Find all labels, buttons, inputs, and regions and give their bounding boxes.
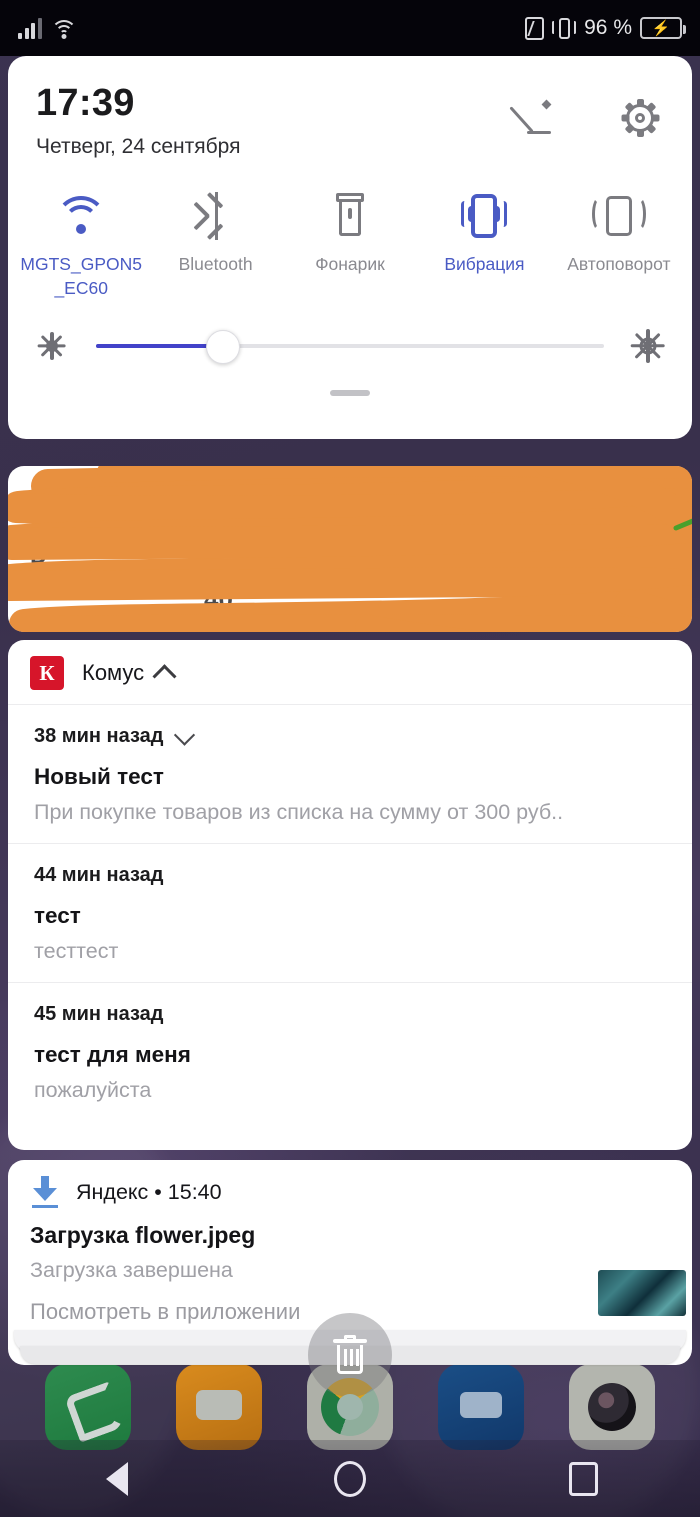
gear-icon	[620, 98, 660, 138]
tile-flashlight[interactable]: Фонарик	[283, 175, 417, 300]
notification-item[interactable]: 45 мин назад тест для меня пожалуйста	[8, 982, 692, 1121]
settings-button[interactable]	[616, 94, 664, 142]
download-status: Загрузка завершена	[30, 1258, 233, 1282]
signal-bars-icon	[18, 17, 42, 39]
notification-body: пожалуйста	[34, 1078, 152, 1102]
home-circle-icon	[333, 1460, 366, 1497]
pencil-icon	[509, 97, 557, 139]
tile-flashlight-label: Фонарик	[315, 254, 385, 274]
brightness-low-icon	[32, 326, 72, 366]
tile-wifi[interactable]: MGTS_GPON5_EC60	[14, 175, 148, 300]
edit-tiles-button[interactable]	[509, 94, 560, 142]
bluetooth-icon	[148, 187, 282, 245]
clock-label: 17:39	[36, 82, 135, 124]
recents-button[interactable]	[528, 1449, 638, 1509]
notification-title: Новый тест	[34, 764, 164, 789]
nfc-icon	[525, 16, 545, 40]
auto-rotate-icon	[552, 187, 686, 245]
status-bar: 96 % ⚡	[0, 0, 700, 56]
phone-icon[interactable]	[45, 1364, 131, 1450]
trash-icon	[333, 1335, 367, 1375]
clock-date-block: 17:39 Четверг, 24 сентября	[36, 82, 240, 159]
notification-body: тесттест	[34, 939, 119, 963]
notification-item[interactable]: 44 мин назад тест тесттест	[8, 843, 692, 982]
tile-bluetooth-label: Bluetooth	[178, 254, 253, 274]
wifi-icon	[50, 18, 77, 39]
brightness-slider[interactable]	[96, 326, 604, 366]
wifi-icon	[14, 187, 148, 245]
brightness-row	[8, 300, 692, 366]
quick-settings-tiles: MGTS_GPON5_EC60 Bluetooth Фонарик Вибрац…	[8, 159, 692, 300]
slider-thumb[interactable]	[206, 330, 240, 365]
notification-title: тест для меня	[34, 1042, 191, 1067]
vibrate-icon	[552, 16, 577, 40]
gallery-icon[interactable]	[438, 1364, 524, 1450]
status-bar-left	[18, 17, 77, 39]
recents-square-icon	[568, 1461, 598, 1496]
tile-vibration-label: Вибрация	[444, 254, 525, 274]
tile-vibration[interactable]: Вибрация	[417, 175, 551, 300]
back-button[interactable]	[62, 1449, 172, 1509]
quick-settings-header: 17:39 Четверг, 24 сентября	[8, 56, 692, 159]
date-label: Четверг, 24 сентября	[36, 135, 241, 158]
tile-bluetooth[interactable]: Bluetooth	[148, 175, 282, 300]
messages-icon[interactable]	[176, 1364, 262, 1450]
download-title: Загрузка flower.jpeg	[30, 1222, 256, 1248]
notification-time: 38 мин назад	[34, 725, 164, 747]
orange-scribble-overlay	[8, 466, 692, 632]
download-icon	[30, 1176, 60, 1208]
komus-notification-header[interactable]: К Комус	[8, 640, 692, 705]
yandex-notification-header: Яндекс • 15:40	[8, 1160, 692, 1218]
komus-app-icon: К	[30, 656, 64, 690]
notification-time-row: 44 мин назад	[34, 864, 666, 887]
notification-title: тест	[34, 903, 81, 928]
notification-body: При покупке товаров из списка на сумму о…	[34, 800, 564, 824]
battery-charging-icon: ⚡	[640, 17, 686, 39]
yandex-app-name: Яндекс • 15:40	[76, 1179, 222, 1204]
komus-app-name: Комус	[82, 660, 145, 685]
image-thumbnail	[598, 1270, 686, 1316]
komus-notification-card[interactable]: К Комус 38 мин назад Новый тест При поку…	[8, 640, 692, 1150]
komus-app-icon-letter: К	[39, 660, 55, 685]
tile-wifi-label: MGTS_GPON5_EC60	[20, 254, 142, 298]
brightness-high-icon	[628, 326, 668, 366]
quick-settings-actions	[509, 82, 664, 142]
tile-auto-rotate[interactable]: Автоповорот	[552, 175, 686, 300]
tile-auto-rotate-label: Автоповорот	[567, 254, 671, 274]
chevron-up-icon[interactable]	[152, 663, 177, 688]
notification-time: 44 мин назад	[34, 864, 164, 886]
redacted-notification-card[interactable]: Р 40	[8, 466, 692, 632]
quick-settings-panel: 17:39 Четверг, 24 сентября MGTS_GPON5_EC…	[8, 56, 692, 439]
slider-fill	[96, 344, 223, 349]
vibrate-icon	[417, 187, 551, 245]
back-triangle-icon	[105, 1461, 128, 1496]
clear-all-notifications-button[interactable]	[308, 1313, 392, 1397]
camera-icon[interactable]	[569, 1364, 655, 1450]
navigation-bar	[0, 1440, 700, 1517]
notification-time: 45 мин назад	[34, 1003, 164, 1025]
flashlight-icon	[283, 187, 417, 245]
battery-percent-label: 96 %	[584, 16, 632, 39]
notification-time-row[interactable]: 38 мин назад	[34, 724, 666, 748]
status-bar-right: 96 % ⚡	[525, 16, 686, 40]
notification-time-row: 45 мин назад	[34, 1003, 666, 1026]
chevron-down-icon[interactable]	[174, 724, 196, 746]
panel-drag-handle[interactable]	[330, 390, 370, 397]
yandex-notification-body: Загрузка flower.jpeg Загрузка завершена …	[8, 1218, 692, 1325]
home-button[interactable]	[295, 1449, 405, 1509]
notification-item[interactable]: 38 мин назад Новый тест При покупке това…	[8, 705, 692, 843]
